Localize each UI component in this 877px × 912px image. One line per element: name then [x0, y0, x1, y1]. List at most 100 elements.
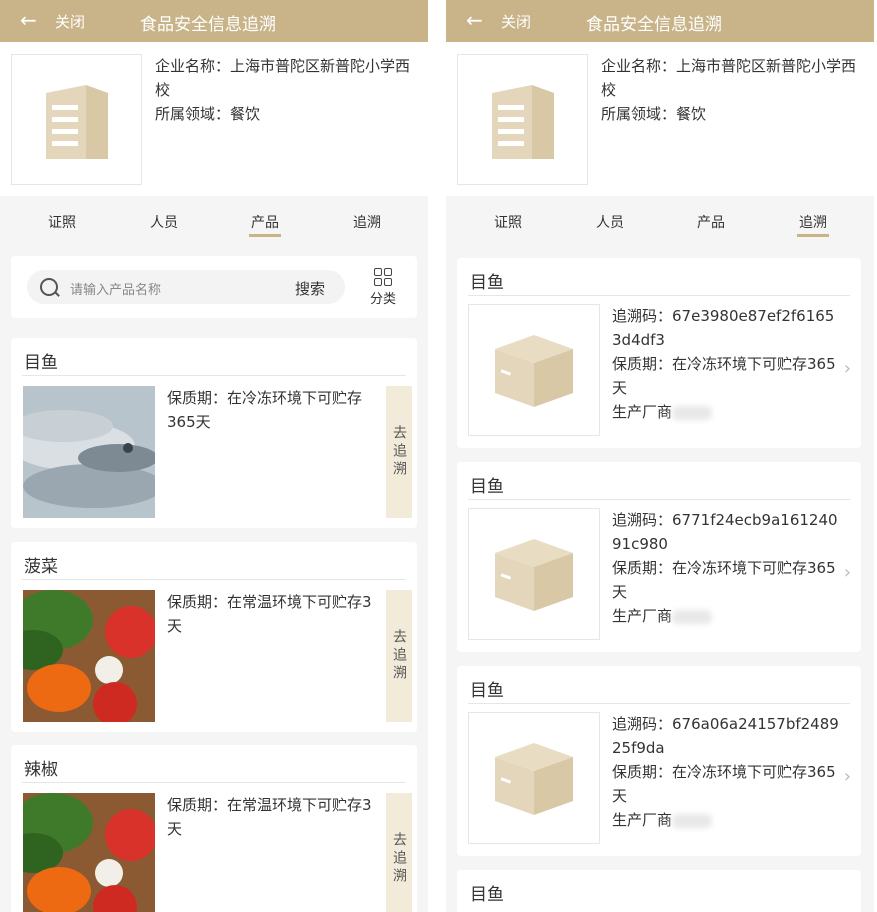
shelf-life-label: 保质期：	[167, 796, 228, 814]
tab-trace[interactable]: 追溯	[783, 212, 843, 237]
record-product-name: 目鱼	[470, 681, 504, 701]
trace-code-label: 追溯码：	[612, 715, 673, 733]
record-details: 追溯码：67e3980e87ef2f61653d4df3 保质期：在冷冻环境下可…	[612, 304, 840, 424]
product-image-vegetables	[23, 590, 155, 722]
enterprise-info: 企业名称：上海市普陀区新普陀小学西校 所属领域：餐饮	[155, 54, 417, 126]
tab-staff[interactable]: 人员	[580, 212, 640, 232]
manufacturer-label: 生产厂商	[612, 811, 673, 829]
tab-license[interactable]: 证照	[32, 212, 92, 232]
tab-products[interactable]: 产品	[681, 212, 741, 232]
manufacturer-blurred	[672, 609, 713, 624]
enterprise-domain: 餐饮	[676, 105, 707, 123]
building-icon	[46, 85, 108, 159]
building-icon	[492, 85, 554, 159]
product-shelf-life: 保质期：在常温环境下可贮存3天	[167, 793, 377, 841]
search-icon	[40, 278, 58, 296]
tab-trace[interactable]: 追溯	[337, 212, 397, 232]
product-image-fish	[23, 386, 155, 518]
category-button[interactable]: 分类	[365, 268, 401, 307]
enterprise-logo	[457, 54, 588, 185]
search-bar: 请输入产品名称 搜索 分类	[11, 256, 417, 318]
product-shelf-life: 保质期：在常温环境下可贮存3天	[167, 590, 377, 638]
enterprise-logo	[11, 54, 142, 185]
close-button[interactable]: 关闭	[501, 11, 531, 32]
box-icon	[495, 539, 573, 611]
product-shelf-life: 保质期：在冷冻环境下可贮存365天	[167, 386, 377, 434]
record-image	[468, 712, 600, 844]
box-icon	[495, 743, 573, 815]
tab-license[interactable]: 证照	[478, 212, 538, 232]
tab-bar: 证照 人员 产品 追溯	[446, 196, 874, 246]
shelf-life-label: 保质期：	[167, 593, 228, 611]
enterprise-domain: 餐饮	[230, 105, 261, 123]
header: ← 关闭 食品安全信息追溯	[446, 0, 874, 42]
record-product-name: 目鱼	[470, 477, 504, 497]
search-input[interactable]: 请输入产品名称 搜索	[27, 270, 345, 304]
right-screen: ← 关闭 食品安全信息追溯 企业名称：上海市普陀区新普陀小学西校 所属领域：餐饮…	[446, 0, 874, 912]
product-card: 辣椒 保质期：在常温环境下可贮存3天 去追溯	[11, 745, 417, 912]
record-product-name: 目鱼	[470, 273, 504, 293]
go-trace-button[interactable]: 去追溯	[386, 386, 412, 518]
divider	[468, 703, 850, 704]
tab-bar: 证照 人员 产品 追溯	[0, 196, 428, 246]
go-trace-label: 去追溯	[391, 629, 407, 683]
record-image	[468, 304, 600, 436]
divider	[22, 579, 406, 580]
shelf-life-label: 保质期：	[612, 763, 673, 781]
product-card: 菠菜 保质期：在常温环境下可贮存3天 去追溯	[11, 542, 417, 732]
product-card: 目鱼 保质期：在冷冻环境下可贮存365天 去追溯	[11, 338, 417, 528]
enterprise-name-label: 企业名称：	[601, 57, 677, 75]
manufacturer-blurred	[672, 405, 713, 420]
search-placeholder: 请输入产品名称	[70, 283, 162, 298]
record-details: 追溯码：676a06a24157bf248925f9da 保质期：在冷冻环境下可…	[612, 712, 840, 832]
chevron-right-icon: ›	[843, 766, 851, 787]
enterprise-domain-label: 所属领域：	[601, 105, 677, 123]
divider	[22, 375, 406, 376]
product-name: 菠菜	[24, 557, 58, 577]
enterprise-card: 企业名称：上海市普陀区新普陀小学西校 所属领域：餐饮	[446, 42, 874, 196]
trace-code-label: 追溯码：	[612, 511, 673, 529]
trace-record-card[interactable]: 目鱼 追溯码：676a06a24157bf248925f9da 保质期：在冷冻环…	[457, 666, 861, 856]
divider	[468, 499, 850, 500]
enterprise-info: 企业名称：上海市普陀区新普陀小学西校 所属领域：餐饮	[601, 54, 863, 126]
shelf-life-label: 保质期：	[612, 355, 673, 373]
manufacturer-label: 生产厂商	[612, 607, 673, 625]
manufacturer-blurred	[672, 813, 713, 828]
back-arrow-icon[interactable]: ←	[466, 8, 483, 32]
category-grid-icon	[365, 268, 401, 286]
close-button[interactable]: 关闭	[55, 11, 85, 32]
divider	[468, 295, 850, 296]
trace-record-card[interactable]: 目鱼 追溯码：67e3980e87ef2f61653d4df3 保质期：在冷冻环…	[457, 258, 861, 448]
record-image	[468, 508, 600, 640]
page-title: 食品安全信息追溯	[140, 15, 276, 35]
go-trace-label: 去追溯	[391, 425, 407, 479]
box-icon	[495, 335, 573, 407]
trace-code-label: 追溯码：	[612, 307, 673, 325]
product-name: 目鱼	[24, 353, 58, 373]
trace-record-card[interactable]: 目鱼 追溯码：6771f24ecb9a16124091c980 保质期：在冷冻环…	[457, 462, 861, 652]
trace-record-card[interactable]: 目鱼	[457, 870, 861, 912]
manufacturer-label: 生产厂商	[612, 403, 673, 421]
product-image-vegetables	[23, 793, 155, 912]
go-trace-button[interactable]: 去追溯	[386, 590, 412, 722]
header: ← 关闭 食品安全信息追溯	[0, 0, 428, 42]
back-arrow-icon[interactable]: ←	[20, 8, 37, 32]
divider	[22, 782, 406, 783]
enterprise-name-label: 企业名称：	[155, 57, 231, 75]
go-trace-label: 去追溯	[391, 832, 407, 886]
record-product-name: 目鱼	[470, 885, 504, 905]
shelf-life-label: 保质期：	[612, 559, 673, 577]
page-title: 食品安全信息追溯	[586, 15, 722, 35]
category-label: 分类	[369, 292, 396, 307]
tab-staff[interactable]: 人员	[134, 212, 194, 232]
shelf-life-label: 保质期：	[167, 389, 228, 407]
record-details: 追溯码：6771f24ecb9a16124091c980 保质期：在冷冻环境下可…	[612, 508, 840, 628]
enterprise-domain-label: 所属领域：	[155, 105, 231, 123]
search-button[interactable]: 搜索	[295, 278, 325, 299]
chevron-right-icon: ›	[843, 358, 851, 379]
go-trace-button[interactable]: 去追溯	[386, 793, 412, 912]
chevron-right-icon: ›	[843, 562, 851, 583]
enterprise-card: 企业名称：上海市普陀区新普陀小学西校 所属领域：餐饮	[0, 42, 428, 196]
product-name: 辣椒	[24, 760, 58, 780]
tab-products[interactable]: 产品	[235, 212, 295, 237]
